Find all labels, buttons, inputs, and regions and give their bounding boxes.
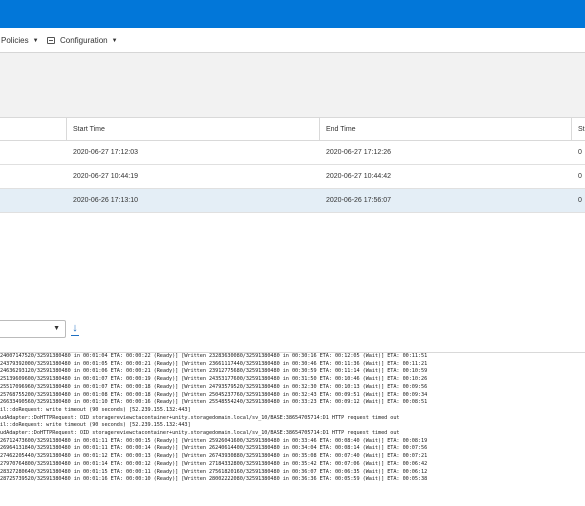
status-cell: 0 <box>578 173 582 180</box>
configuration-menu-label: Configuration <box>60 36 108 45</box>
start-time-cell: 2020-06-27 17:12:03 <box>73 149 138 156</box>
log-line: 25768755200/32591380480 in 00:01:08 ETA:… <box>0 391 428 398</box>
policies-menu[interactable]: Policies ▼ <box>1 36 39 45</box>
log-line: 26633490560/32591380480 in 00:01:10 ETA:… <box>0 399 428 406</box>
table-row[interactable]: 2020-06-27 10:44:19 2020-06-27 10:44:42 … <box>0 165 585 189</box>
column-divider <box>319 118 320 141</box>
status-cell: 0 <box>578 197 582 204</box>
column-divider <box>571 118 572 141</box>
log-line: 28725739520/32591380480 in 00:01:16 ETA:… <box>0 476 428 483</box>
log-line: 27462205440/32591380480 in 00:01:12 ETA:… <box>0 453 428 460</box>
column-header-end-time[interactable]: End Time <box>326 126 356 133</box>
column-header-status[interactable]: St <box>578 126 585 133</box>
start-time-cell: 2020-06-26 17:13:10 <box>73 197 138 204</box>
log-source-select[interactable]: ▼ <box>0 320 66 338</box>
table-row[interactable]: 2020-06-27 17:12:03 2020-06-27 17:12:26 … <box>0 141 585 165</box>
status-cell: 0 <box>578 149 582 156</box>
column-divider <box>66 118 67 141</box>
top-header-bar <box>0 0 585 28</box>
jobs-table: Start Time End Time St 2020-06-27 17:12:… <box>0 118 585 213</box>
configuration-menu[interactable]: Configuration ▼ <box>47 36 118 45</box>
configuration-icon <box>47 37 55 44</box>
log-lines: 24007147520/32591380480 in 00:01:04 ETA:… <box>0 353 585 484</box>
log-line: udAdapter::DoHTTPRequest: OID storagerev… <box>0 414 400 421</box>
log-line: 26964131840/32591380480 in 00:01:11 ETA:… <box>0 445 428 452</box>
end-time-cell: 2020-06-27 10:44:42 <box>326 173 391 180</box>
column-header-start-time[interactable]: Start Time <box>73 126 105 133</box>
end-time-cell: 2020-06-27 17:12:26 <box>326 149 391 156</box>
log-output-panel[interactable]: 24007147520/32591380480 in 00:01:04 ETA:… <box>0 352 585 506</box>
log-line: udAdapter::DoHTTPRequest: OID storagerev… <box>0 430 400 437</box>
log-line: 25517096960/32591380480 in 00:01:07 ETA:… <box>0 383 428 390</box>
policies-menu-label: Policies <box>1 36 29 45</box>
log-line: 24379392000/32591380480 in 00:01:05 ETA:… <box>0 360 428 367</box>
log-line: 24007147520/32591380480 in 00:01:04 ETA:… <box>0 353 428 359</box>
start-time-cell: 2020-06-27 10:44:19 <box>73 173 138 180</box>
log-line: 27970764800/32591380480 in 00:01:14 ETA:… <box>0 460 428 467</box>
log-line: 28327280640/32591380480 in 00:01:15 ETA:… <box>0 468 428 475</box>
log-line: il::doRequest: write timeout (90 seconds… <box>0 406 191 413</box>
log-line: 26712473600/32591380480 in 00:01:11 ETA:… <box>0 437 428 444</box>
caret-down-icon: ▼ <box>111 37 118 44</box>
menu-bar: Policies ▼ Configuration ▼ <box>0 28 585 53</box>
end-time-cell: 2020-06-26 17:56:07 <box>326 197 391 204</box>
filter-panel <box>0 53 585 118</box>
log-line: il::doRequest: write timeout (90 seconds… <box>0 422 191 429</box>
table-row-selected[interactable]: 2020-06-26 17:13:10 2020-06-26 17:56:07 … <box>0 189 585 213</box>
download-icon[interactable]: ↓ <box>69 321 81 337</box>
log-line: 25139609600/32591380480 in 00:01:07 ETA:… <box>0 376 428 383</box>
caret-down-icon: ▼ <box>32 37 39 44</box>
caret-down-icon: ▼ <box>53 325 60 332</box>
table-header: Start Time End Time St <box>0 118 585 141</box>
log-line: 24636293120/32591380480 in 00:01:06 ETA:… <box>0 368 428 375</box>
